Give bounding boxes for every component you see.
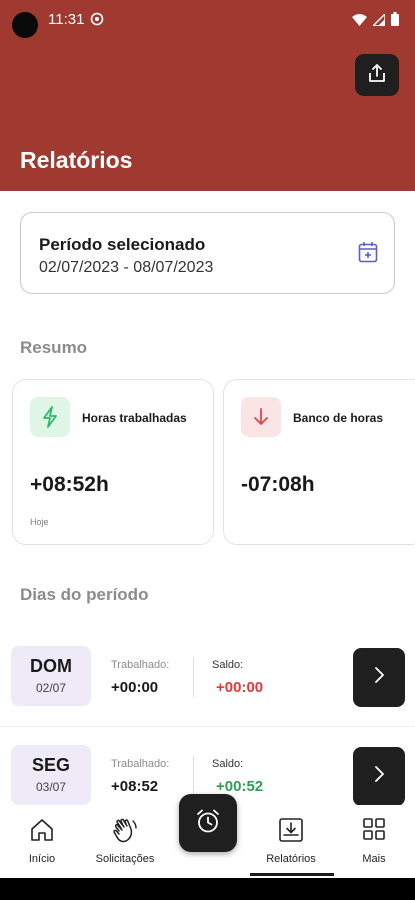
balance-value: +00:52 [216, 778, 264, 795]
status-bar: 11:31 [0, 0, 415, 40]
worked-value: +08:52 [111, 778, 159, 795]
battery-icon [391, 12, 399, 31]
clock-in-button[interactable] [179, 794, 237, 852]
wifi-icon [352, 13, 367, 31]
arrow-down-icon [241, 397, 281, 437]
calendar-add-icon[interactable] [358, 241, 378, 268]
summary-caption: Hoje [30, 517, 49, 527]
divider [193, 657, 194, 697]
status-time: 11:31 [48, 11, 85, 28]
hand-wave-icon [111, 817, 139, 850]
nav-item-relatorios[interactable]: Relatórios [251, 805, 331, 878]
period-label: Período selecionado [39, 235, 206, 254]
day-row: DOM 02/07 Trabalhado: +00:00 Saldo: +00:… [0, 629, 415, 727]
divider [193, 756, 194, 796]
nav-label: Solicitações [95, 853, 155, 865]
chevron-right-icon [373, 765, 385, 788]
share-icon [366, 62, 388, 89]
day-name: SEG [31, 755, 70, 775]
system-gesture-bar [0, 878, 415, 900]
camera-cutout [12, 12, 38, 38]
download-tray-icon [278, 817, 304, 848]
home-icon [29, 817, 55, 848]
balance-value: +00:00 [216, 679, 264, 696]
hour-bank-card: Banco de horas -07:08h [223, 379, 415, 545]
summary-label: Horas trabalhadas [82, 411, 187, 425]
lightning-icon [30, 397, 70, 437]
status-indicators [352, 11, 399, 31]
summary-title: Resumo [20, 338, 88, 357]
chevron-right-icon [373, 666, 385, 689]
day-badge: SEG 03/07 [11, 745, 91, 805]
worked-label: Trabalhado: [111, 659, 170, 671]
signal-icon [371, 11, 386, 31]
nav-item-solicitacoes[interactable]: Solicitações [85, 805, 165, 878]
alarm-clock-icon [194, 807, 222, 840]
nav-item-mais[interactable]: Mais [334, 805, 414, 878]
settings-status-icon [90, 12, 104, 31]
worked-value: +00:00 [111, 679, 159, 696]
balance-label: Saldo: [212, 758, 244, 770]
day-badge: DOM 02/07 [11, 646, 91, 706]
open-day-button[interactable] [353, 648, 405, 707]
day-date: 02/07 [35, 681, 67, 695]
nav-label: Relatórios [266, 853, 316, 865]
day-date: 03/07 [35, 780, 67, 794]
period-value: 02/07/2023 - 08/07/2023 [39, 259, 214, 276]
balance-label: Saldo: [212, 659, 244, 671]
worked-label: Trabalhado: [111, 758, 170, 770]
grid-icon [362, 817, 386, 846]
day-name: DOM [30, 656, 72, 676]
period-selector[interactable]: Período selecionado 02/07/2023 - 08/07/2… [20, 212, 395, 294]
summary-value: -07:08h [241, 473, 315, 496]
summary-value: +08:52h [30, 473, 109, 496]
share-button[interactable] [355, 54, 399, 96]
nav-item-inicio[interactable]: Início [2, 805, 82, 878]
active-tab-indicator [250, 873, 334, 876]
worked-hours-card: Horas trabalhadas +08:52h Hoje [12, 379, 214, 545]
open-day-button[interactable] [353, 747, 405, 806]
summary-label: Banco de horas [293, 411, 384, 425]
page-title: Relatórios [20, 147, 133, 173]
days-title: Dias do período [20, 585, 149, 604]
nav-label: Início [28, 853, 56, 865]
header: Relatórios [0, 40, 415, 191]
nav-label: Mais [362, 853, 386, 865]
